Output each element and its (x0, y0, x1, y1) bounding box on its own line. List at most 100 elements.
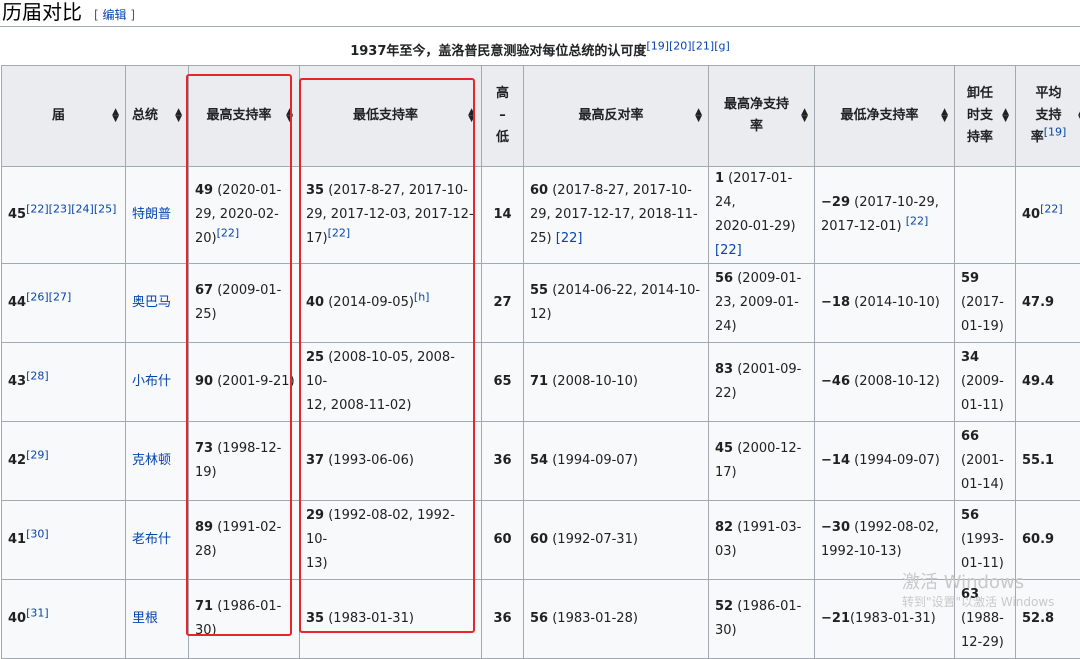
value: 47.9 (1022, 295, 1054, 310)
cell-average: 47.9 (1016, 264, 1080, 343)
president-link[interactable]: 克林顿 (132, 453, 171, 468)
date-text: 2017-12-01) (821, 219, 902, 234)
date-text: (2008-10-05, 2008-10- (306, 350, 455, 389)
ref-link[interactable]: [28] (26, 370, 49, 383)
ref-link[interactable]: [22] (556, 231, 583, 246)
cell-president: 老布什 (126, 501, 189, 580)
ref-link[interactable]: [g] (714, 40, 730, 53)
date-text: 03) (715, 544, 737, 559)
ref-link[interactable]: [22] (1040, 203, 1063, 216)
value: 73 (195, 441, 213, 456)
table-row: 42[29] 克林顿 73 (1998-12-19) 37 (1993-06-0… (2, 422, 1080, 501)
date-text: 25) (530, 231, 552, 246)
cell-gap: 65 (482, 343, 524, 422)
value: 37 (306, 453, 324, 468)
col-header-lowest-net[interactable]: 最低净支持率 ▲▼ (815, 66, 955, 167)
col-header-highest[interactable]: 最高支持率▲▼ (189, 66, 300, 167)
ref-link[interactable]: [29] (26, 449, 49, 462)
cell-lowest: 35 (1983-01-31) (300, 580, 482, 659)
value: 60 (530, 183, 548, 198)
cell-average: 60.9 (1016, 501, 1080, 580)
sort-icon[interactable]: ▲▼ (801, 109, 808, 123)
ref-link[interactable]: [19] (1044, 126, 1067, 139)
cell-highest-net: 56 (2009-01-23, 2009-01-24) (709, 264, 815, 343)
cell-president: 里根 (126, 580, 189, 659)
date-text: (2014-09-05) (324, 295, 414, 310)
ref-link[interactable]: [30] (26, 528, 49, 541)
value: 55 (530, 283, 548, 298)
cell-lowest-net: −29 (2017-10-29,2017-12-01) [22] (815, 167, 955, 264)
watermark-title: 激活 Windows (902, 572, 1054, 594)
date-text: 29, 2020-02- (195, 207, 279, 222)
ref-link[interactable]: [22] (715, 243, 742, 258)
value: 67 (195, 283, 213, 298)
value: 89 (195, 520, 213, 535)
value: 60 (493, 532, 511, 547)
cell-exit: 66(2001-01-14) (955, 422, 1016, 501)
value: 35 (306, 183, 324, 198)
president-link[interactable]: 奥巴马 (132, 295, 171, 310)
ref-link[interactable]: [20] (669, 40, 692, 53)
value: 27 (493, 295, 511, 310)
ref-link[interactable]: [22][23][24][25] (26, 203, 116, 216)
ref-link[interactable]: [22] (217, 227, 240, 240)
date-text: (1991-02- (213, 520, 281, 535)
value: 56 (530, 611, 548, 626)
cell-term: 40[31] (2, 580, 126, 659)
cell-highest: 90 (2001-9-21) (189, 343, 300, 422)
sort-icon[interactable]: ▲▼ (286, 109, 293, 123)
cell-president: 克林顿 (126, 422, 189, 501)
value: 66 (961, 429, 979, 444)
cell-gap: 60 (482, 501, 524, 580)
col-header-president[interactable]: 总统▲▼ (126, 66, 189, 167)
president-link[interactable]: 小布什 (132, 374, 171, 389)
ref-link[interactable]: [22] (906, 215, 929, 228)
sort-icon[interactable]: ▲▼ (1002, 109, 1009, 123)
date-text: 19) (195, 465, 217, 480)
ref-link[interactable]: [22] (328, 227, 351, 240)
date-text: 25) (195, 307, 217, 322)
sort-icon[interactable]: ▲▼ (175, 109, 182, 123)
caption-refs: [19][20][21][g] (646, 40, 729, 53)
ref-link[interactable]: [h] (414, 291, 430, 304)
value: 71 (195, 599, 213, 614)
date-text: (2000-12- (733, 441, 801, 456)
date-text: (2017-01-24, (715, 171, 792, 210)
president-link[interactable]: 老布什 (132, 532, 171, 547)
date-text: (1992-07-31) (548, 532, 638, 547)
president-link[interactable]: 特朗普 (132, 207, 171, 222)
sort-icon[interactable]: ▲▼ (941, 109, 948, 123)
cell-highest: 49 (2020-01-29, 2020-02-20)[22] (189, 167, 300, 264)
header-label: 率 (750, 119, 763, 134)
edit-link[interactable]: 编辑 (103, 8, 127, 22)
caption-text: 1937年至今，盖洛普民意测验对每位总统的认可度 (350, 44, 646, 59)
ref-link[interactable]: [31] (26, 607, 49, 620)
col-header-highest-net[interactable]: 最高净支持率▲▼ (709, 66, 815, 167)
cell-highest: 89 (1991-02-28) (189, 501, 300, 580)
ref-link[interactable]: [26][27] (26, 291, 71, 304)
date-text: (2017-10-29, (850, 195, 939, 210)
cell-lowest-net: −46 (2008-10-12) (815, 343, 955, 422)
value: 1 (715, 171, 724, 186)
ref-link[interactable]: [21] (692, 40, 715, 53)
date-text: 20) (195, 231, 217, 246)
cell-gap: 27 (482, 264, 524, 343)
col-header-term[interactable]: 届▲▼ (2, 66, 126, 167)
sort-icon[interactable]: ▲▼ (468, 109, 475, 123)
cell-president: 特朗普 (126, 167, 189, 264)
president-link[interactable]: 里根 (132, 611, 158, 626)
header-label: 最低净支持率 (840, 108, 918, 123)
col-header-exit[interactable]: 卸任时支持率▲▼ (955, 66, 1016, 167)
ref-link[interactable]: [19] (646, 40, 669, 53)
sort-icon[interactable]: ▲▼ (695, 109, 702, 123)
col-header-average[interactable]: 平均支持率[19]▲▼ (1016, 66, 1080, 167)
value: 82 (715, 520, 733, 535)
cell-exit: 56(1993-01-11) (955, 501, 1016, 580)
col-header-highest-disapproval[interactable]: 最高反对率▲▼ (524, 66, 709, 167)
cell-highest-net: 82 (1991-03-03) (709, 501, 815, 580)
date-text: 13) (306, 556, 328, 571)
col-header-lowest[interactable]: 最低支持率▲▼ (300, 66, 482, 167)
sort-icon[interactable]: ▲▼ (112, 109, 119, 123)
date-text: 17) (715, 465, 737, 480)
value: 36 (493, 453, 511, 468)
